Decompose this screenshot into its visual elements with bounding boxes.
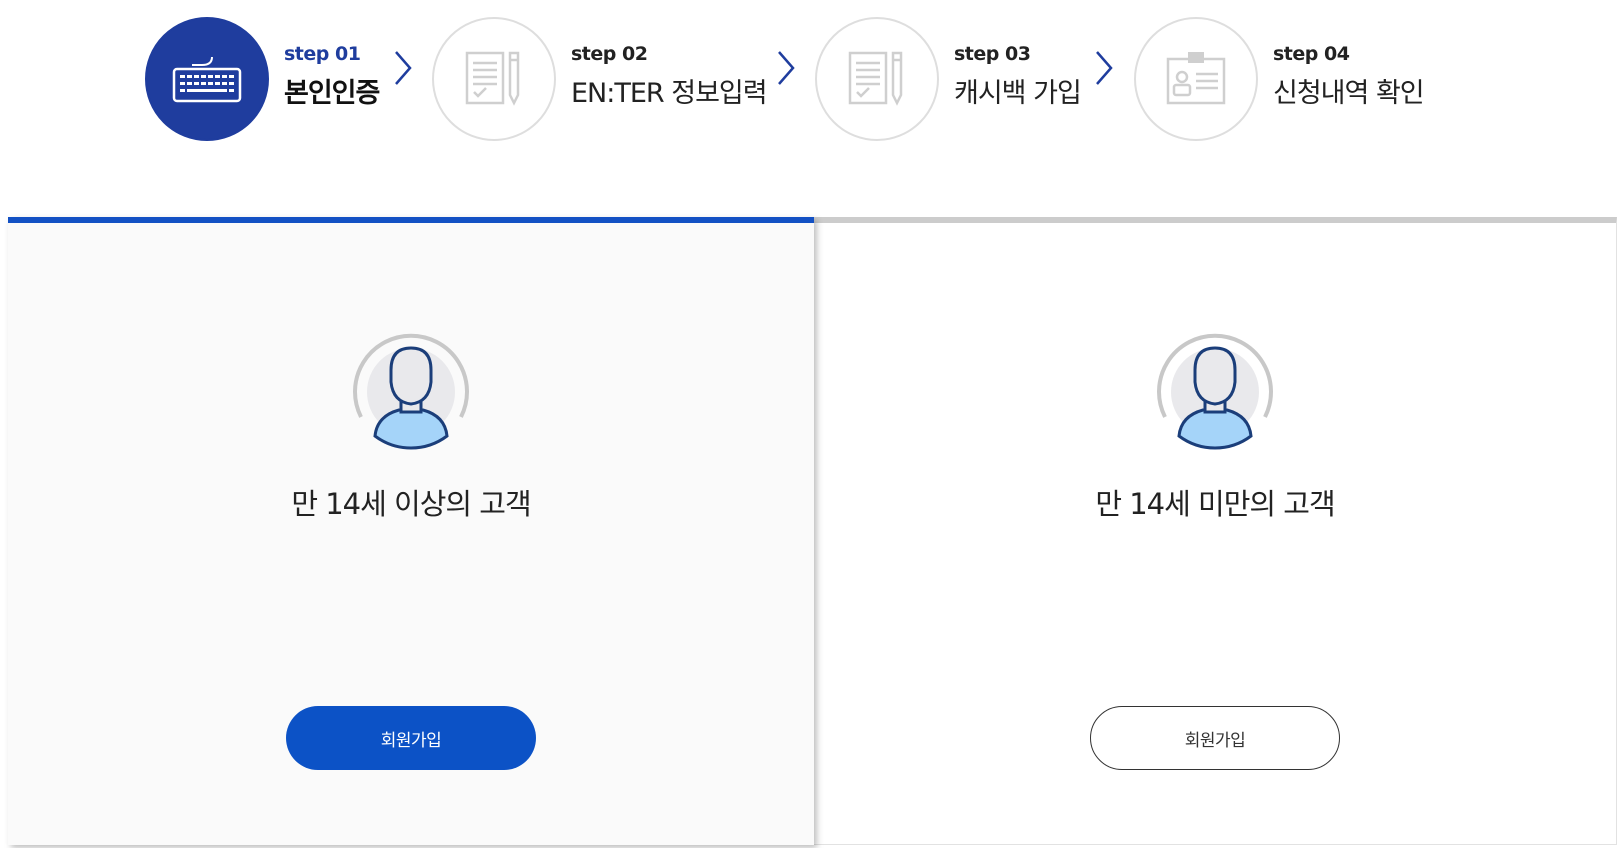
chevron-right-icon: [778, 51, 795, 85]
step-1-circle: [145, 17, 269, 141]
minor-customer-panel[interactable]: 만 14세 미만의 고객 회원가입: [814, 217, 1617, 845]
step-4-circle: [1134, 17, 1258, 141]
minor-customer-label: 만 14세 미만의 고객: [1095, 487, 1335, 521]
step-4-number: step 04: [1273, 43, 1350, 65]
step-3-circle: [815, 17, 939, 141]
step-2-title: EN:TER 정보입력: [571, 78, 768, 109]
signup-stepper: step 01 본인인증 step 02 EN:TER 정보입력 step 03…: [0, 0, 1617, 160]
keyboard-icon: [172, 56, 242, 103]
id-card-icon: [1166, 52, 1226, 105]
adult-customer-panel[interactable]: 만 14세 이상의 고객 회원가입: [8, 217, 814, 845]
adult-signup-button[interactable]: 회원가입: [286, 706, 536, 770]
document-pencil-icon: [465, 51, 520, 106]
step-3-title: 캐시백 가입: [954, 78, 1082, 109]
user-avatar-icon: [1157, 333, 1273, 450]
step-3-number: step 03: [954, 43, 1031, 65]
chevron-right-icon: [1096, 51, 1113, 85]
user-avatar-icon: [353, 333, 469, 450]
step-2-circle: [432, 17, 556, 141]
chevron-right-icon: [395, 51, 412, 85]
step-1-number: step 01: [284, 43, 361, 65]
document-pencil-icon: [848, 51, 903, 106]
member-type-panels: 만 14세 이상의 고객 회원가입 만 14세 미만의 고객 회원가입: [8, 217, 1617, 848]
adult-customer-label: 만 14세 이상의 고객: [291, 487, 531, 521]
step-1-title: 본인인증: [284, 78, 380, 109]
step-2-number: step 02: [571, 43, 648, 65]
minor-signup-button[interactable]: 회원가입: [1090, 706, 1340, 770]
step-4-title: 신청내역 확인: [1273, 78, 1425, 109]
